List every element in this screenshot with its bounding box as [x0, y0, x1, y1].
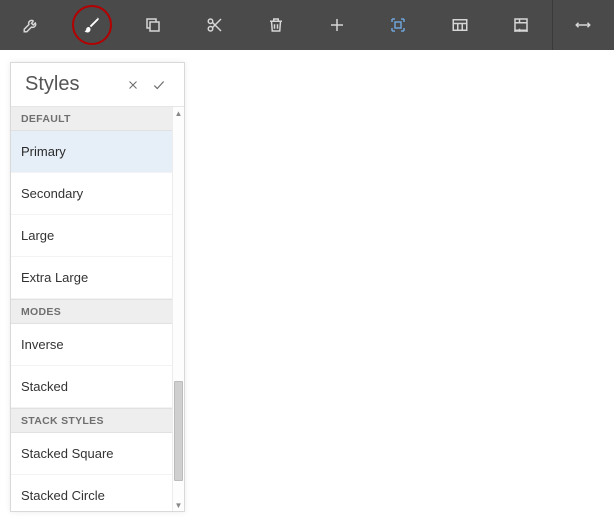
- add-tool[interactable]: [306, 0, 367, 50]
- style-item-secondary[interactable]: Secondary: [11, 173, 172, 215]
- cut-icon: [206, 16, 224, 34]
- table-icon: [451, 16, 469, 34]
- style-item-large[interactable]: Large: [11, 215, 172, 257]
- layout-icon: [512, 16, 530, 34]
- trash-tool[interactable]: [245, 0, 306, 50]
- clone-tool[interactable]: [123, 0, 184, 50]
- style-item-stacked-circle[interactable]: Stacked Circle: [11, 475, 172, 511]
- select-tool[interactable]: [368, 0, 429, 50]
- close-icon: [127, 79, 139, 91]
- wrench-icon: [22, 16, 40, 34]
- style-item-stacked-square[interactable]: Stacked Square: [11, 433, 172, 475]
- wrench-tool[interactable]: [0, 0, 61, 50]
- trash-icon: [267, 16, 285, 34]
- cut-tool[interactable]: [184, 0, 245, 50]
- panel-title: Styles: [25, 73, 120, 96]
- style-item-stacked[interactable]: Stacked: [11, 366, 172, 408]
- close-button[interactable]: [120, 63, 146, 107]
- group-header-modes: MODES: [11, 299, 172, 324]
- panel-header: Styles: [11, 63, 184, 107]
- styles-panel: Styles DEFAULT Primary Secondary Large E…: [10, 62, 185, 512]
- plus-icon: [328, 16, 346, 34]
- scroll-thumb[interactable]: [174, 381, 183, 481]
- check-icon: [152, 78, 166, 92]
- brush-tool[interactable]: [61, 0, 122, 50]
- toolbar: [0, 0, 614, 50]
- style-item-primary[interactable]: Primary: [11, 131, 172, 173]
- layout-tool[interactable]: [490, 0, 551, 50]
- confirm-button[interactable]: [146, 63, 172, 107]
- styles-list: DEFAULT Primary Secondary Large Extra La…: [11, 107, 172, 511]
- clone-icon: [144, 16, 162, 34]
- resize-tool[interactable]: [553, 0, 614, 50]
- resize-icon: [574, 16, 592, 34]
- table-tool[interactable]: [429, 0, 490, 50]
- group-header-stack-styles: STACK STYLES: [11, 408, 172, 433]
- highlight-circle: [72, 5, 112, 45]
- style-item-inverse[interactable]: Inverse: [11, 324, 172, 366]
- scroll-up-icon[interactable]: ▲: [173, 107, 185, 119]
- select-icon: [389, 16, 407, 34]
- scrollbar[interactable]: ▲ ▼: [172, 107, 184, 511]
- scroll-down-icon[interactable]: ▼: [173, 499, 185, 511]
- group-header-default: DEFAULT: [11, 107, 172, 131]
- style-item-extra-large[interactable]: Extra Large: [11, 257, 172, 299]
- scroll-track[interactable]: [173, 119, 184, 499]
- panel-body: DEFAULT Primary Secondary Large Extra La…: [11, 107, 184, 511]
